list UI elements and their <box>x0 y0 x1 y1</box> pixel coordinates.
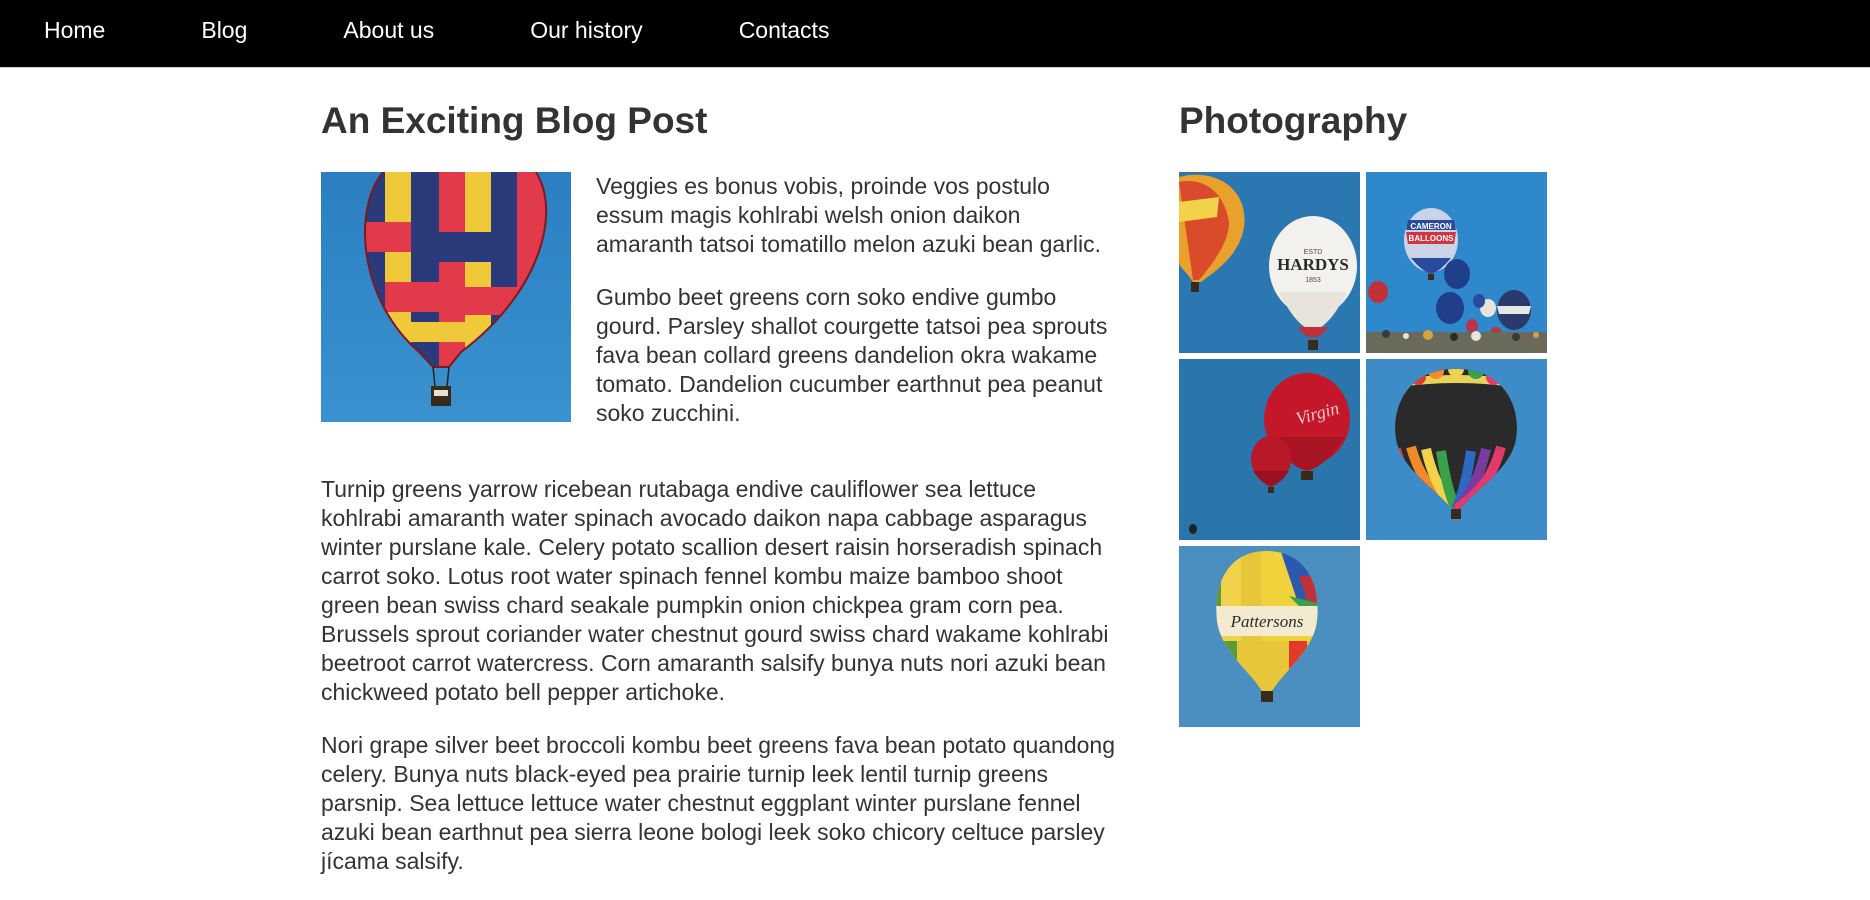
nav-link-home[interactable]: Home <box>44 18 105 42</box>
cameron-text-1: CAMERON <box>1410 222 1452 231</box>
nav-link-contacts[interactable]: Contacts <box>739 18 830 42</box>
hardys-year-text: 1853 <box>1305 277 1321 284</box>
nav-link-our-history[interactable]: Our history <box>530 18 642 42</box>
article-paragraph-2: Gumbo beet greens corn soko endive gumbo… <box>596 284 1108 426</box>
article-paragraph-4: Nori grape silver beet broccoli kombu be… <box>321 732 1116 874</box>
article-paragraph-1: Veggies es bonus vobis, proinde vos post… <box>596 173 1101 257</box>
hardys-brand-text: HARDYS <box>1277 255 1349 274</box>
nav-link-about-us[interactable]: About us <box>343 18 434 42</box>
pattersons-brand-text: Pattersons <box>1230 612 1304 631</box>
featured-balloon-image <box>321 172 571 422</box>
article-paragraph-3: Turnip greens yarrow ricebean rutabaga e… <box>321 476 1109 705</box>
gallery-photo-balloon-festival[interactable]: CAMERON BALLOONS <box>1366 172 1547 353</box>
gallery-photo-rainbow-balloon[interactable] <box>1366 359 1547 540</box>
nav-list: Home Blog About us Our history Contacts <box>0 0 1870 67</box>
sidebar-title: Photography <box>1179 100 1408 141</box>
article-intro: Veggies es bonus vobis, proinde vos post… <box>596 172 1116 452</box>
cameron-text-2: BALLOONS <box>1409 234 1455 243</box>
photo-gallery: ESTD HARDYS 1853 CAMERON BALLOONS Virgin… <box>1179 172 1559 727</box>
nav-link-blog[interactable]: Blog <box>201 18 247 42</box>
gallery-photo-pattersons-balloon[interactable]: Pattersons <box>1179 546 1360 727</box>
article-body: Turnip greens yarrow ricebean rutabaga e… <box>321 475 1121 900</box>
top-navigation: Home Blog About us Our history Contacts <box>0 0 1870 68</box>
gallery-photo-virgin-balloons[interactable]: Virgin <box>1179 359 1360 540</box>
gallery-photo-hardys-balloon[interactable]: ESTD HARDYS 1853 <box>1179 172 1360 353</box>
article-title: An Exciting Blog Post <box>321 100 708 141</box>
